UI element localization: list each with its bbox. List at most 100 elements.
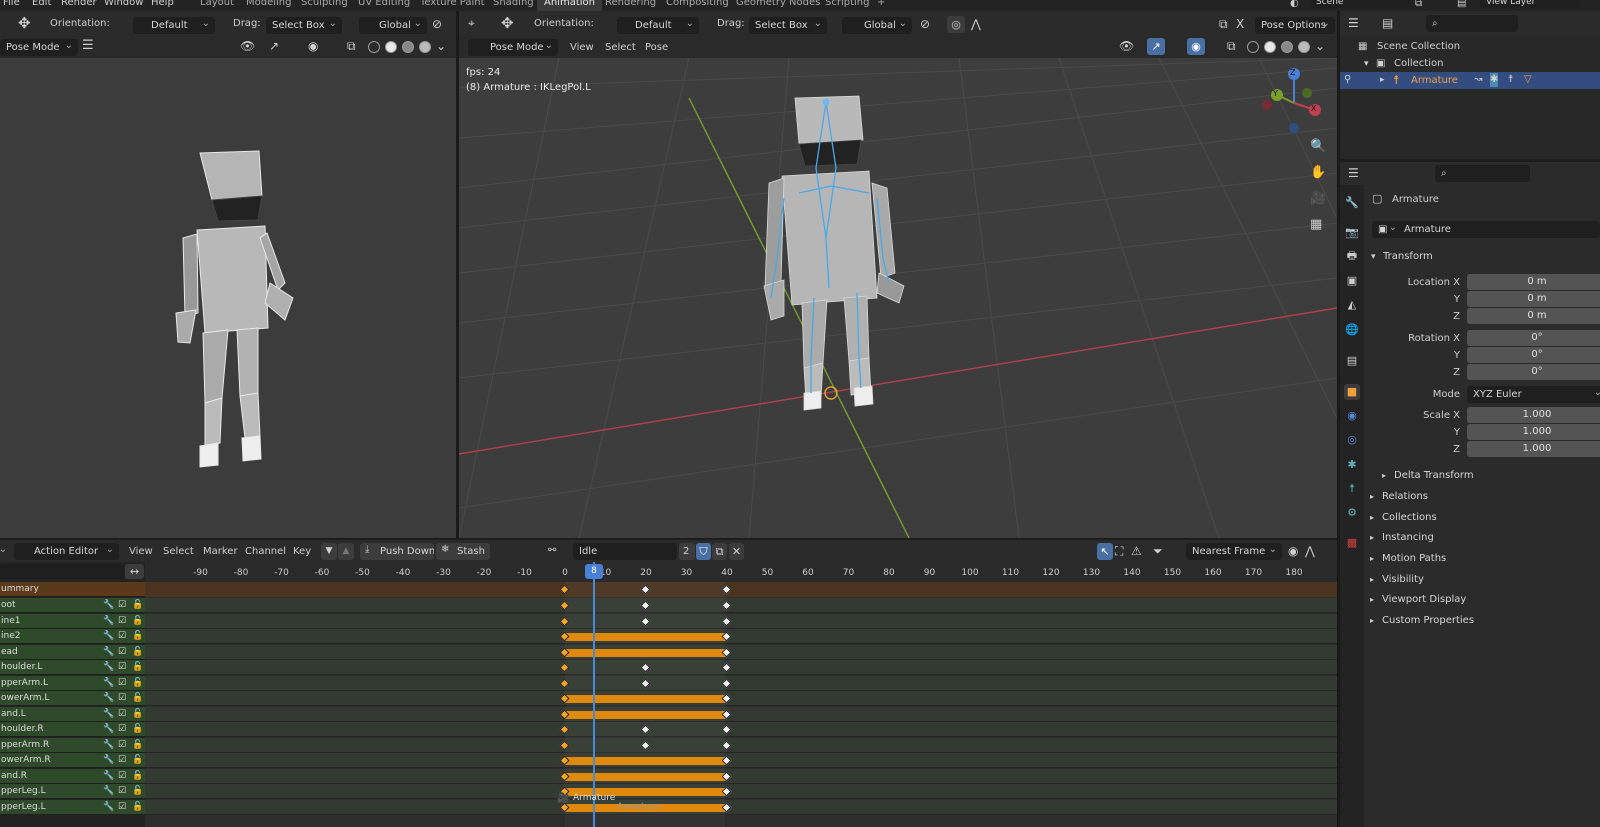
ae-menu-channel[interactable]: Channel xyxy=(245,546,286,557)
channel-row[interactable]: pperLeg.L 🔧 ☑ 🔓 xyxy=(0,799,145,815)
main-3d-viewport[interactable]: fps: 24 (8) Armature : IKLegPol.L Z Y X … xyxy=(459,58,1337,538)
checkbox-icon[interactable]: ☑ xyxy=(118,691,126,706)
left-3d-viewport[interactable] xyxy=(0,58,456,538)
new-action-icon[interactable]: ⧉ xyxy=(712,543,727,560)
copy-scene-icon[interactable]: ⧉ xyxy=(1415,0,1422,11)
tab-rendering[interactable]: Rendering xyxy=(598,0,663,11)
main-overlay-icon[interactable]: ◉ xyxy=(1187,38,1205,55)
properties-editor-icon[interactable]: ☰ xyxy=(1348,166,1359,180)
menu-file[interactable]: File xyxy=(3,0,20,8)
proportional-falloff-icon[interactable]: ⋀ xyxy=(1305,544,1315,558)
texture-tab-icon[interactable]: ▩ xyxy=(1344,535,1360,551)
collection-label[interactable]: Collection xyxy=(1394,58,1443,69)
wrench-icon[interactable]: 🔧 xyxy=(103,800,114,815)
scene-icon[interactable]: ◐ xyxy=(1290,0,1299,11)
lock-icon[interactable]: 🔓 xyxy=(132,769,143,784)
tool-tab-icon[interactable]: 🔧 xyxy=(1344,195,1360,211)
proportional-edit-icon[interactable]: ◎ xyxy=(947,16,965,33)
main-material-shading-icon[interactable] xyxy=(1281,41,1293,53)
hold-bar[interactable] xyxy=(565,633,727,641)
overlay-icon[interactable]: ◉ xyxy=(308,39,318,53)
menu-window[interactable]: Window xyxy=(104,0,143,8)
collapse-arrow-icon[interactable]: ▾ xyxy=(1364,57,1369,71)
collections-panel[interactable]: Collections xyxy=(1382,512,1437,523)
main-drag-dropdown[interactable]: Select Box xyxy=(749,17,827,34)
main-gizmo-icon[interactable]: ↗ xyxy=(1147,38,1165,55)
action-users-count[interactable]: 2 xyxy=(679,543,695,560)
action-editor-mode-dropdown[interactable]: Action Editor xyxy=(14,543,119,560)
tab-sculpting[interactable]: Sculpting xyxy=(294,0,355,11)
pose-options-dropdown[interactable]: Pose Options xyxy=(1255,17,1335,34)
motion-paths-expand-icon[interactable]: ▸ xyxy=(1370,552,1374,566)
visibility-icon[interactable]: 👁 xyxy=(240,39,255,53)
left-mode-dropdown[interactable]: Pose Mode xyxy=(0,39,78,56)
only-errors-icon[interactable]: ⚠ xyxy=(1131,544,1142,558)
snapping-dropdown[interactable]: Nearest Frame xyxy=(1186,543,1282,560)
hold-bar[interactable] xyxy=(565,757,727,765)
unlink-action-icon[interactable]: ✕ xyxy=(729,543,744,560)
rotation-x-field[interactable]: 0° xyxy=(1467,330,1600,346)
view-layer-tab-icon[interactable]: ▣ xyxy=(1344,273,1360,289)
lock-icon[interactable]: 🔓 xyxy=(132,691,143,706)
tab-shading[interactable]: Shading xyxy=(486,0,541,11)
checkbox-icon[interactable]: ☑ xyxy=(118,800,126,815)
fake-user-shield-icon[interactable]: ⛉ xyxy=(696,543,711,560)
transform-panel-title[interactable]: Transform xyxy=(1383,251,1433,262)
constraints-tab-icon[interactable]: ✱ xyxy=(1344,457,1360,473)
channel-row[interactable]: owerArm.L 🔧 ☑ 🔓 xyxy=(0,691,145,706)
action-up-icon[interactable]: ▲ xyxy=(338,543,354,560)
properties-search-input[interactable]: ⌕ xyxy=(1435,165,1530,182)
summary-channel[interactable]: ummary xyxy=(0,582,145,597)
visibility-panel[interactable]: Visibility xyxy=(1382,574,1424,585)
channel-row[interactable]: owerArm.R 🔧 ☑ 🔓 xyxy=(0,753,145,768)
transform-orientation-dropdown[interactable]: Global xyxy=(359,17,427,34)
lock-icon[interactable]: 🔓 xyxy=(132,645,143,660)
rotation-z-field[interactable]: 0° xyxy=(1467,364,1600,380)
outliner-editor-icon[interactable]: ☰ xyxy=(1348,16,1359,30)
channel-row[interactable]: ead 🔧 ☑ 🔓 xyxy=(0,644,145,660)
drag-dropdown[interactable]: Select Box xyxy=(266,17,342,34)
armature-label[interactable]: Armature xyxy=(1411,75,1458,86)
menu-select[interactable]: Select xyxy=(605,42,636,53)
camera-icon[interactable]: 🎥 xyxy=(1310,192,1326,206)
menu-edit[interactable]: Edit xyxy=(32,0,51,8)
checkbox-icon[interactable]: ☑ xyxy=(118,769,126,784)
lock-icon[interactable]: 🔓 xyxy=(132,707,143,722)
relations-expand-icon[interactable]: ▸ xyxy=(1370,490,1374,504)
scene-tab-icon[interactable]: ◭ xyxy=(1344,297,1360,313)
data-tab-icon[interactable]: ☨ xyxy=(1344,481,1360,497)
main-visibility-icon[interactable]: 👁 xyxy=(1119,39,1134,53)
navigation-gizmo[interactable]: Z Y X xyxy=(1259,68,1329,138)
wrench-icon[interactable]: 🔧 xyxy=(103,660,114,675)
object-tab-icon[interactable]: ■ xyxy=(1344,384,1360,400)
wrench-icon[interactable]: 🔧 xyxy=(103,753,114,768)
transform-collapse-icon[interactable]: ▾ xyxy=(1371,250,1376,264)
filter-icon[interactable]: ⏷ xyxy=(1153,544,1163,558)
falloff-icon[interactable]: ⋀ xyxy=(971,17,981,31)
snap-icon[interactable]: ⊘ xyxy=(432,17,442,31)
bone-tab-icon[interactable]: ⚙ xyxy=(1344,505,1360,521)
solid-shading-icon[interactable] xyxy=(385,41,397,53)
main-orientation-dropdown[interactable]: Default xyxy=(617,17,699,34)
channel-row[interactable]: oot 🔧 ☑ 🔓 xyxy=(0,598,145,613)
physics-tab-icon[interactable]: ◎ xyxy=(1344,432,1360,448)
location-x-field[interactable]: 0 m xyxy=(1467,274,1600,290)
lock-icon[interactable]: 🔓 xyxy=(132,676,143,691)
viewport-display-panel[interactable]: Viewport Display xyxy=(1382,594,1466,605)
zoom-icon[interactable]: 🔍 xyxy=(1310,140,1326,154)
tab-scripting[interactable]: Scripting xyxy=(818,0,876,11)
gizmo-toggle-icon[interactable]: ↗ xyxy=(269,39,279,53)
location-z-field[interactable]: 0 m xyxy=(1467,308,1600,324)
tab-modeling[interactable]: Modeling xyxy=(239,0,299,11)
bone-head-joint[interactable] xyxy=(822,98,830,106)
wrench-icon[interactable]: 🔧 xyxy=(103,769,114,784)
tab-animation[interactable]: Animation xyxy=(537,0,602,11)
checkbox-icon[interactable]: ☑ xyxy=(118,614,126,629)
instancing-expand-icon[interactable]: ▸ xyxy=(1370,531,1374,545)
view-layer-selector[interactable]: View Layer xyxy=(1480,0,1580,8)
channel-row[interactable]: pperArm.R 🔧 ☑ 🔓 xyxy=(0,737,145,753)
wrench-icon[interactable]: 🔧 xyxy=(103,629,114,644)
lock-icon[interactable]: 🔓 xyxy=(132,598,143,613)
channel-row[interactable]: pperArm.L 🔧 ☑ 🔓 xyxy=(0,675,145,691)
hold-bar[interactable] xyxy=(565,710,727,719)
